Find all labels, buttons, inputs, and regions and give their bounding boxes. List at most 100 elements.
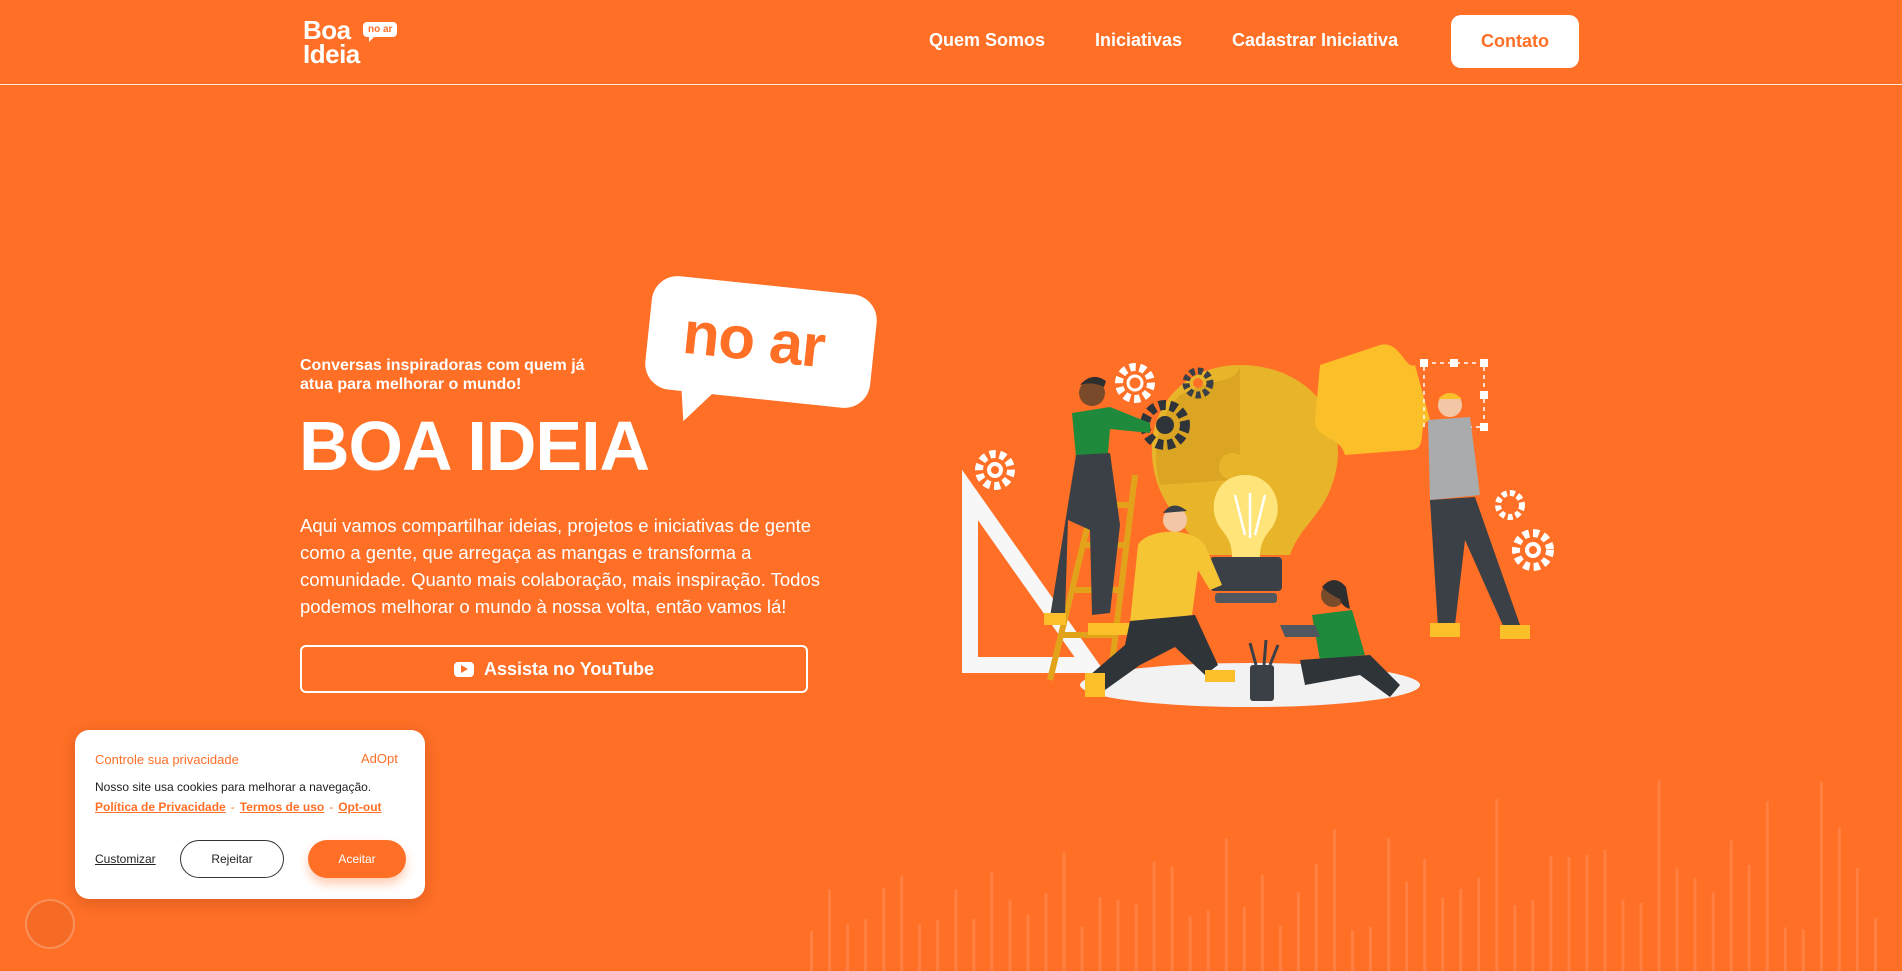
equalizer-bar [1296, 892, 1300, 971]
equalizer-bar [1008, 899, 1012, 971]
equalizer-bar [1639, 902, 1643, 971]
equalizer-bar [1495, 798, 1499, 971]
equalizer-bar [1423, 858, 1427, 971]
site-header: Boa Ideia no ar Quem Somos Iniciativas C… [0, 0, 1902, 85]
equalizer-bar [1026, 914, 1030, 971]
equalizer-bar [1459, 888, 1463, 971]
youtube-icon [453, 661, 474, 677]
equalizer-bar [1747, 864, 1751, 971]
hero-title: BOA IDEIA [299, 407, 650, 485]
equalizer-bar [1603, 849, 1607, 971]
equalizer-bar [828, 889, 831, 971]
terms-of-use-link[interactable]: Termos de uso [240, 800, 324, 814]
equalizer-bar [1675, 868, 1679, 971]
opt-out-link[interactable]: Opt-out [338, 800, 381, 814]
equalizer-bar [1657, 780, 1661, 971]
equalizer-bar [1170, 866, 1174, 971]
equalizer-bar [954, 889, 958, 971]
equalizer-bar [1513, 905, 1517, 971]
gear-icon [975, 450, 1015, 490]
privacy-policy-link[interactable]: Política de Privacidade [95, 800, 226, 814]
speech-bubble-text: no ar [679, 298, 828, 381]
nav-quem-somos[interactable]: Quem Somos [929, 30, 1045, 51]
youtube-button[interactable]: Assista no YouTube [300, 645, 808, 693]
equalizer-bar [1819, 781, 1823, 971]
hero-subtitle: Conversas inspiradoras com quem já atua … [300, 357, 585, 393]
equalizer-bar [990, 871, 994, 971]
equalizer-bar [1351, 930, 1354, 971]
equalizer-bar [1224, 838, 1228, 971]
equalizer-bar [864, 919, 868, 971]
equalizer-bar [1729, 840, 1733, 971]
equalizer-bar [1874, 918, 1877, 971]
puzzle-piece-yellow [1315, 344, 1430, 455]
equalizer-bar [1531, 900, 1535, 971]
cookie-links: Política de Privacidade - Termos de uso - Op… [95, 800, 382, 814]
equalizer-bar [846, 924, 850, 971]
equalizer-bar [882, 887, 886, 971]
equalizer-bar [810, 931, 813, 971]
equalizer-bar [1405, 881, 1409, 971]
accept-button[interactable]: Aceitar [308, 840, 406, 878]
link-separator: - [329, 800, 334, 814]
equalizer-bar [1477, 878, 1481, 971]
equalizer-bar [1369, 927, 1372, 971]
gear-icon [1495, 490, 1525, 520]
equalizer-bar [1333, 830, 1336, 971]
cookie-brand[interactable]: AdOpt [361, 751, 398, 766]
speech-bubble-tail [675, 380, 721, 426]
equalizer-bar [1134, 904, 1138, 971]
equalizer-bar [1260, 874, 1264, 971]
equalizer-bar [1837, 827, 1841, 971]
site-logo[interactable]: Boa Ideia no ar [303, 16, 403, 68]
speech-bubble: no ar [642, 273, 880, 428]
equalizer-bar [1549, 855, 1553, 971]
customize-link[interactable]: Customizar [95, 852, 156, 866]
equalizer-bar [936, 919, 940, 971]
equalizer-bar [1062, 852, 1066, 971]
equalizer-decoration [810, 780, 1877, 971]
teamwork-illustration [962, 344, 1554, 707]
logo-word-ideia: Ideia [303, 39, 360, 69]
equalizer-bar [900, 875, 904, 971]
equalizer-bar [1711, 892, 1715, 971]
equalizer-bar [1116, 899, 1120, 971]
equalizer-bar [1585, 854, 1589, 971]
equalizer-bar [1080, 926, 1084, 971]
youtube-button-label: Assista no YouTube [483, 658, 655, 679]
gear-icon [1512, 529, 1554, 571]
equalizer-bar [1783, 927, 1787, 971]
equalizer-bar [1441, 897, 1445, 971]
floating-widget-button[interactable] [25, 899, 75, 949]
equalizer-bar [1387, 837, 1391, 971]
equalizer-bar [1098, 897, 1102, 971]
equalizer-bar [1801, 929, 1805, 971]
equalizer-bar [1693, 878, 1697, 971]
nav-iniciativas[interactable]: Iniciativas [1095, 30, 1182, 51]
equalizer-bar [918, 924, 922, 971]
equalizer-bar [1765, 801, 1769, 971]
cookie-title: Controle sua privacidade [95, 752, 239, 767]
equalizer-bar [1567, 857, 1571, 971]
cookie-consent-panel: Controle sua privacidade AdOpt Nosso sit… [75, 730, 425, 899]
equalizer-bar [1314, 863, 1318, 971]
equalizer-bar [1188, 916, 1192, 971]
contato-button[interactable]: Contato [1451, 15, 1579, 68]
cookie-text: Nosso site usa cookies para melhorar a n… [95, 780, 372, 794]
equalizer-bar [972, 919, 976, 971]
logo-tag-no-ar: no ar [363, 22, 398, 42]
reject-button[interactable]: Rejeitar [180, 840, 284, 878]
hero-description: Aqui vamos compartilhar ideias, projetos… [300, 515, 821, 617]
equalizer-bar [1621, 899, 1625, 971]
equalizer-bar [1044, 893, 1048, 971]
pencil-cup-icon [1248, 639, 1280, 701]
equalizer-bar [1206, 910, 1210, 971]
person-standing-illustration [1428, 393, 1530, 639]
equalizer-bar [1152, 861, 1156, 971]
nav-cadastrar-iniciativa[interactable]: Cadastrar Iniciativa [1232, 30, 1398, 51]
bulb-base [1210, 557, 1282, 591]
gear-icon [1115, 363, 1155, 403]
equalizer-bar [1278, 925, 1282, 971]
equalizer-bar [1242, 906, 1246, 971]
equalizer-bar [1855, 867, 1859, 971]
